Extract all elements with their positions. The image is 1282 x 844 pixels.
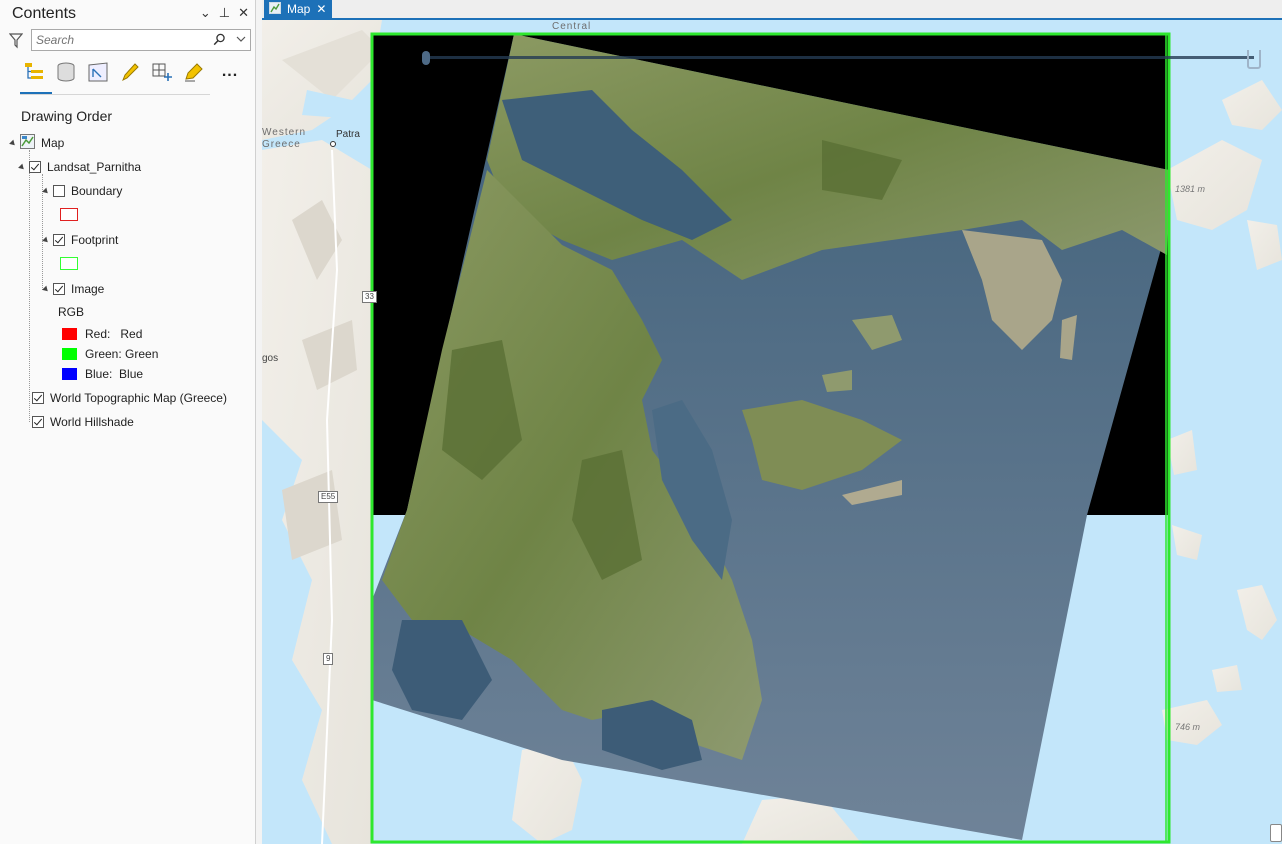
expand-arrow-icon[interactable]	[9, 139, 17, 147]
map-icon	[20, 134, 35, 152]
layer-row-image[interactable]: Image	[42, 280, 105, 298]
layer-row-footprint[interactable]: Footprint	[42, 231, 119, 249]
chevron-down-icon[interactable]	[236, 32, 246, 49]
list-by-drawing-order-icon[interactable]	[22, 60, 46, 84]
layer-label-map: Map	[41, 136, 65, 150]
map-nav-button[interactable]	[1270, 824, 1282, 842]
tree-connector	[29, 150, 30, 422]
map-label-central: Central	[552, 21, 592, 32]
contents-pane: Contents ⌄ ⊥ ✕ Search ... Drawing Order …	[0, 0, 256, 844]
green-channel-swatch[interactable]	[62, 348, 77, 360]
blue-channel-label: Blue: Blue	[85, 367, 144, 381]
list-by-editing-icon[interactable]	[118, 60, 142, 84]
expand-arrow-icon[interactable]	[18, 163, 26, 171]
search-box[interactable]	[31, 29, 251, 51]
pane-close-button[interactable]: ✕	[238, 4, 249, 22]
layer-label-boundary: Boundary	[71, 184, 123, 198]
visibility-checkbox-footprint[interactable]	[53, 234, 65, 246]
layer-label-landsat: Landsat_Parnitha	[47, 160, 142, 174]
layer-row-landsat[interactable]: Landsat_Parnitha	[18, 158, 142, 176]
drawing-order-heading: Drawing Order	[21, 108, 113, 124]
tab-map-label: Map	[287, 2, 311, 16]
elevation-label: 1381 m	[1175, 184, 1206, 194]
map-view[interactable]: Central Western Greece Patra gos 1381 m …	[262, 20, 1282, 844]
layer-row-hillshade[interactable]: World Hillshade	[32, 413, 134, 431]
rgb-green-row[interactable]: Green: Green	[62, 347, 158, 361]
map-canvas[interactable]	[262, 20, 1282, 844]
tab-close-icon[interactable]: ✕	[316, 3, 326, 15]
red-channel-swatch[interactable]	[62, 328, 77, 340]
view-tab-bar: Map ✕	[262, 0, 1282, 20]
map-label-patra: Patra	[336, 129, 360, 140]
visibility-checkbox-boundary[interactable]	[53, 185, 65, 197]
more-options-button[interactable]: ...	[218, 60, 242, 84]
filter-icon[interactable]	[8, 33, 24, 52]
green-channel-label: Green: Green	[85, 347, 159, 361]
rgb-heading: RGB	[58, 305, 85, 319]
list-by-labeling-icon[interactable]	[182, 60, 206, 84]
map-label-gos: gos	[262, 353, 279, 364]
layer-label-topo: World Topographic Map (Greece)	[50, 391, 227, 405]
pane-title: Contents	[12, 5, 77, 22]
blue-channel-swatch[interactable]	[62, 368, 77, 380]
list-by-data-source-icon[interactable]	[54, 60, 78, 84]
road-shield-e55: E55	[318, 491, 339, 503]
road-shield-33: 33	[362, 291, 377, 303]
search-input[interactable]	[36, 33, 206, 47]
layer-label-image: Image	[71, 282, 105, 296]
contents-toolbar: ...	[22, 60, 242, 84]
visibility-checkbox-topo[interactable]	[32, 392, 44, 404]
footprint-symbol[interactable]	[60, 257, 78, 270]
tab-map[interactable]: Map ✕	[264, 0, 333, 18]
layer-label-hillshade: World Hillshade	[50, 415, 134, 429]
layer-label-footprint: Footprint	[71, 233, 119, 247]
list-by-selection-icon[interactable]	[86, 60, 110, 84]
rgb-red-row[interactable]: Red: Red	[62, 327, 142, 341]
range-slider[interactable]	[422, 50, 1262, 69]
expand-arrow-icon[interactable]	[42, 236, 50, 244]
layer-row-boundary[interactable]: Boundary	[42, 182, 123, 200]
search-icon[interactable]	[213, 33, 226, 49]
rgb-label: RGB	[58, 303, 84, 321]
pane-pin-button[interactable]: ⊥	[219, 4, 230, 22]
expand-arrow-icon[interactable]	[42, 187, 50, 195]
map-label-western: Western	[262, 127, 307, 138]
list-by-snapping-icon[interactable]	[150, 60, 174, 84]
road-shield-9: 9	[323, 653, 334, 665]
layer-row-topo[interactable]: World Topographic Map (Greece)	[32, 389, 227, 407]
map-label-greece: Greece	[262, 139, 301, 150]
visibility-checkbox-image[interactable]	[53, 283, 65, 295]
visibility-checkbox-landsat[interactable]	[29, 161, 41, 173]
map-icon	[269, 1, 281, 17]
red-channel-label: Red: Red	[85, 327, 143, 341]
pane-menu-button[interactable]: ⌄	[200, 4, 211, 22]
boundary-symbol[interactable]	[60, 208, 78, 221]
expand-arrow-icon[interactable]	[42, 285, 50, 293]
elevation-label: 746 m	[1175, 722, 1201, 732]
city-marker-icon	[330, 141, 336, 147]
toolbar-divider	[20, 94, 210, 95]
layer-row-map[interactable]: Map	[9, 134, 65, 152]
slider-handle-start[interactable]	[422, 51, 430, 65]
visibility-checkbox-hillshade[interactable]	[32, 416, 44, 428]
rgb-blue-row[interactable]: Blue: Blue	[62, 367, 143, 381]
